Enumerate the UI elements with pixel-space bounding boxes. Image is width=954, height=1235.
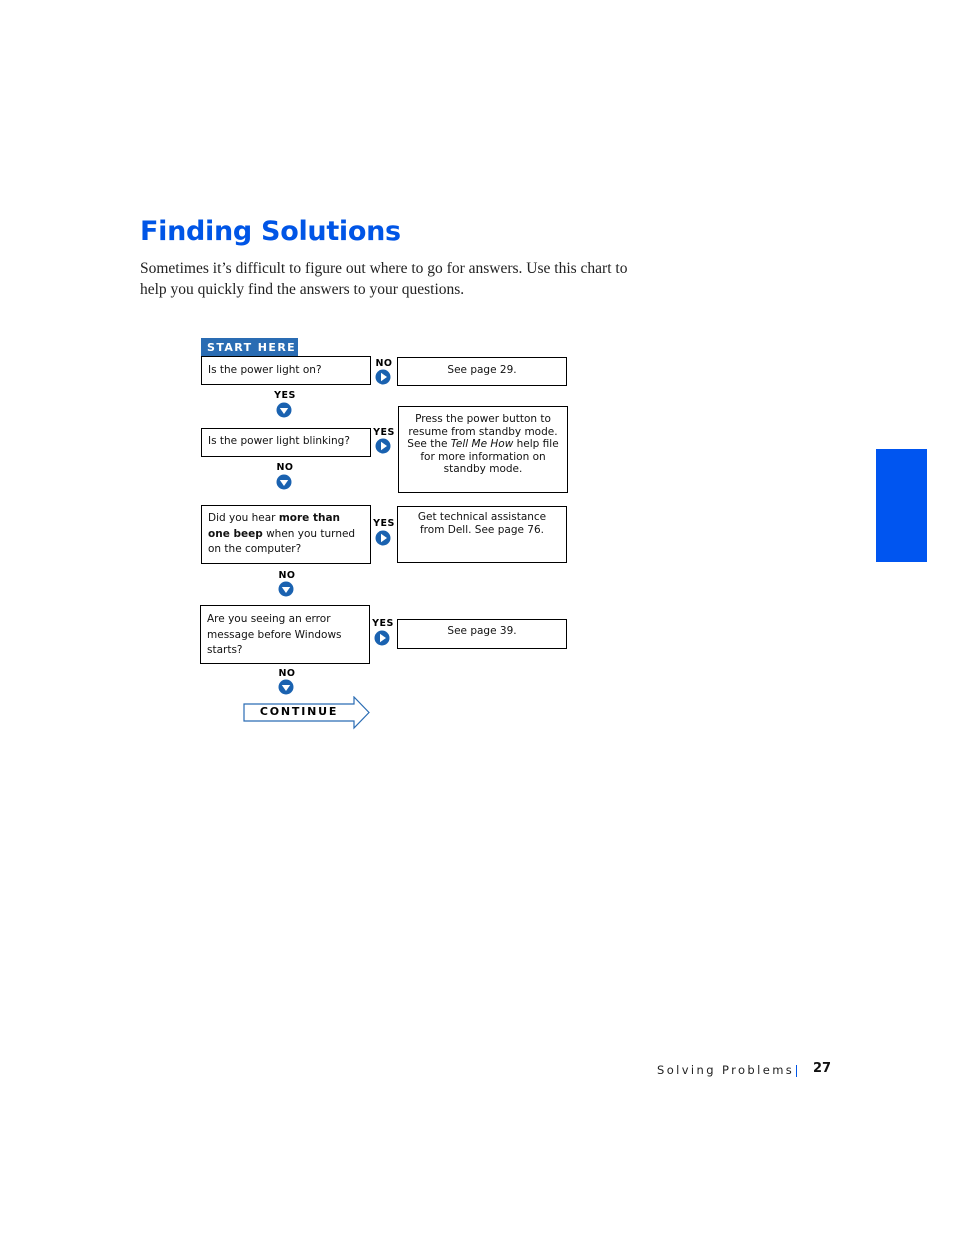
start-here-label: START HERE: [201, 338, 298, 356]
answer-box-standby: Press the power button to resume from st…: [398, 406, 568, 493]
footer-separator: [796, 1065, 797, 1077]
question-text: Is the power light blinking?: [208, 435, 350, 447]
continue-label: CONTINUE: [259, 705, 339, 718]
arrow-down-icon: [278, 581, 294, 597]
down-label-no: NO: [278, 668, 296, 679]
question-box-power-light: Is the power light on?: [201, 356, 371, 385]
page-title: Finding Solutions: [140, 216, 401, 247]
continue-arrow: CONTINUE: [243, 696, 371, 730]
footer-section-title: Solving Problems: [657, 1063, 795, 1077]
branch-label-yes: YES: [373, 518, 395, 529]
answer-box-page-39: See page 39.: [397, 619, 567, 649]
down-label-yes: YES: [274, 390, 296, 401]
intro-paragraph: Sometimes it’s difficult to figure out w…: [140, 260, 628, 298]
page-number: 27: [813, 1061, 832, 1076]
arrow-right-icon: [375, 530, 391, 546]
question-text-before: Did you hear: [208, 512, 279, 524]
question-text: Is the power light on?: [208, 364, 322, 376]
answer-text: See page 39.: [447, 625, 517, 637]
arrow-right-icon: [375, 438, 391, 454]
arrow-down-icon: [278, 679, 294, 695]
branch-label-yes: YES: [372, 618, 394, 629]
question-box-beep: Did you hear more than one beep when you…: [201, 505, 371, 564]
branch-label-yes: YES: [373, 427, 395, 438]
arrow-down-icon: [276, 474, 292, 490]
answer-text: See page 29.: [447, 364, 517, 376]
question-box-error-message: Are you seeing an error message before W…: [200, 605, 370, 664]
question-box-power-blinking: Is the power light blinking?: [201, 428, 371, 457]
answer-box-page-29: See page 29.: [397, 357, 567, 386]
answer-text: Get technical assistance from Dell. See …: [417, 511, 547, 536]
down-label-no: NO: [276, 462, 294, 473]
answer-box-dell-support: Get technical assistance from Dell. See …: [397, 506, 567, 563]
down-label-no: NO: [278, 570, 296, 581]
arrow-down-icon: [276, 402, 292, 418]
arrow-right-icon: [375, 369, 391, 385]
question-text: Are you seeing an error message before W…: [207, 613, 342, 656]
branch-label-no: NO: [375, 358, 393, 369]
chapter-side-tab: [876, 449, 927, 562]
answer-text-italic: Tell Me How: [450, 438, 514, 450]
arrow-right-icon: [374, 630, 390, 646]
